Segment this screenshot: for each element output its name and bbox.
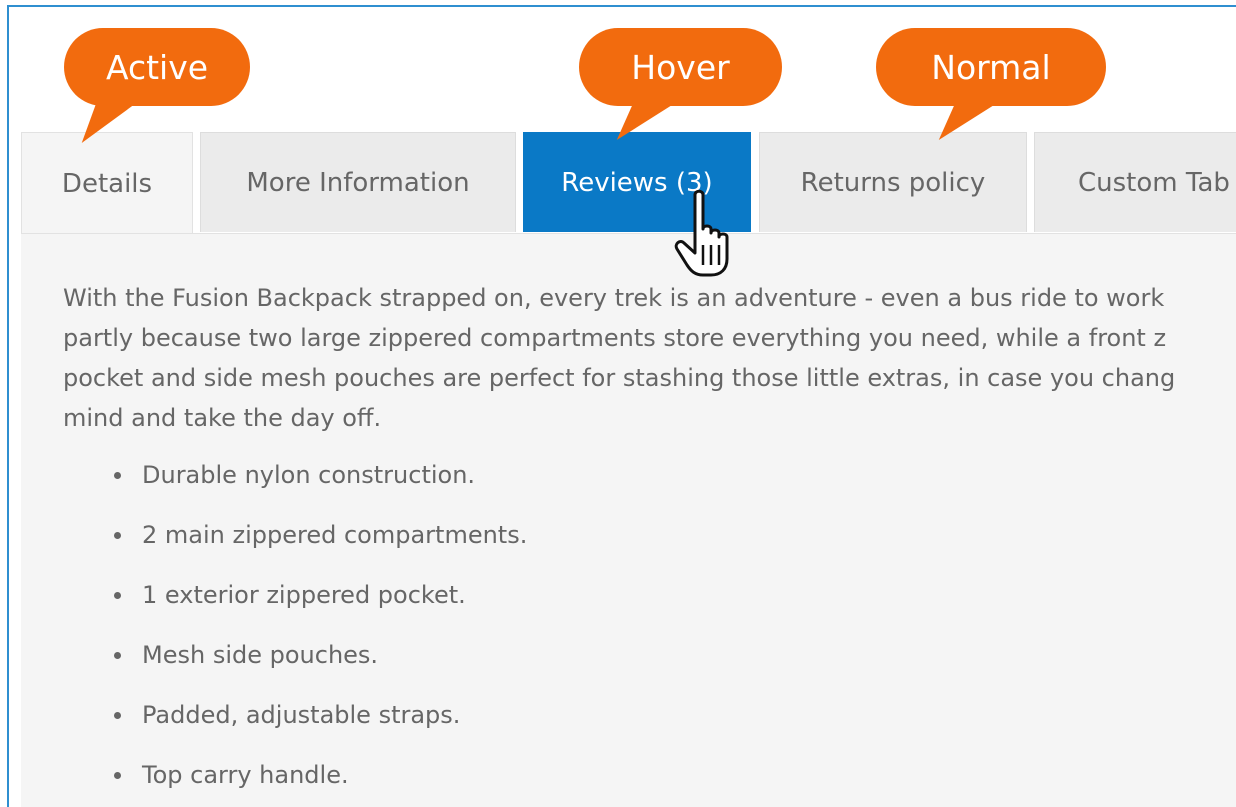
bullet-icon xyxy=(114,472,121,479)
callout-active: Active xyxy=(64,28,250,106)
bullet-icon xyxy=(114,592,121,599)
callout-label: Normal xyxy=(931,47,1051,87)
list-item: 2 main zippered compartments. xyxy=(63,515,527,575)
bullet-icon xyxy=(114,532,121,539)
tab-returns-policy[interactable]: Returns policy xyxy=(759,132,1027,232)
callout-label: Active xyxy=(105,47,209,87)
tab-more-information[interactable]: More Information xyxy=(200,132,516,232)
tab-label: Returns policy xyxy=(800,167,986,198)
bullet-icon xyxy=(114,652,121,659)
product-tabs: Details More Information Reviews (3) Ret… xyxy=(9,132,1236,234)
list-item: Top carry handle. xyxy=(63,755,527,807)
bullet-icon xyxy=(114,712,121,719)
feature-text: 2 main zippered compartments. xyxy=(142,521,528,549)
feature-list: Durable nylon construction. 2 main zippe… xyxy=(63,455,527,807)
feature-text: 1 exterior zippered pocket. xyxy=(142,581,466,609)
feature-text: Padded, adjustable straps. xyxy=(142,701,461,729)
product-description: With the Fusion Backpack strapped on, ev… xyxy=(63,278,1236,438)
feature-text: Durable nylon construction. xyxy=(142,461,476,489)
tab-details[interactable]: Details xyxy=(21,132,193,234)
feature-text: Top carry handle. xyxy=(142,761,349,789)
callout-label: Hover xyxy=(631,47,730,87)
tab-label: Details xyxy=(61,168,153,199)
callout-normal: Normal xyxy=(876,28,1106,106)
tab-label: Custom Tab xyxy=(1078,167,1230,198)
callout-hover: Hover xyxy=(579,28,782,106)
description-line: With the Fusion Backpack strapped on, ev… xyxy=(63,284,1165,312)
list-item: 1 exterior zippered pocket. xyxy=(63,575,527,635)
description-line: pocket and side mesh pouches are perfect… xyxy=(63,364,1176,392)
bullet-icon xyxy=(114,772,121,779)
feature-text: Mesh side pouches. xyxy=(142,641,379,669)
screenshot-frame: Details More Information Reviews (3) Ret… xyxy=(7,5,1236,807)
description-line: mind and take the day off. xyxy=(63,404,382,432)
hand-pointer-icon xyxy=(674,189,729,277)
tab-label: More Information xyxy=(246,167,470,198)
description-line: partly because two large zippered compar… xyxy=(63,324,1167,352)
list-item: Padded, adjustable straps. xyxy=(63,695,527,755)
tab-content-panel: With the Fusion Backpack strapped on, ev… xyxy=(21,233,1236,807)
list-item: Mesh side pouches. xyxy=(63,635,527,695)
tab-custom[interactable]: Custom Tab xyxy=(1034,132,1236,232)
list-item: Durable nylon construction. xyxy=(63,455,527,515)
